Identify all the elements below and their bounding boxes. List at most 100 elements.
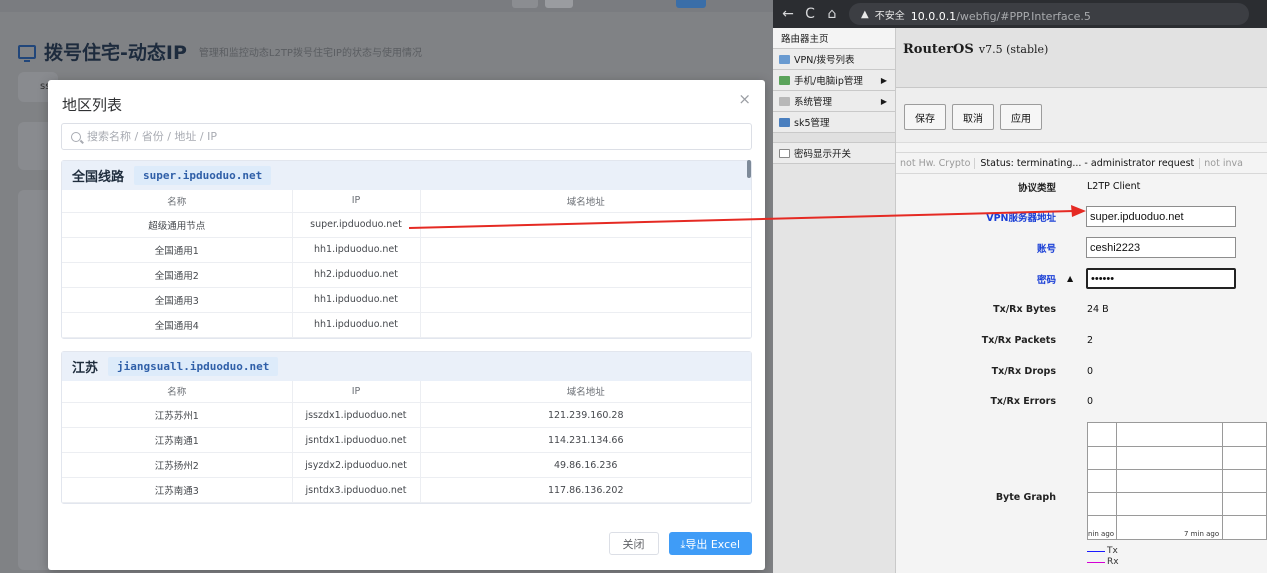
save-button[interactable]: 保存 [904, 104, 946, 130]
cell-name: 全国通用4 [62, 312, 293, 338]
password-input[interactable] [1086, 268, 1236, 289]
region-card: 全国线路 super.ipduoduo.net 名称 IP 域名地址 超级通用节… [61, 160, 752, 339]
home-icon[interactable]: ⌂ [821, 6, 843, 22]
search-box[interactable] [61, 123, 752, 150]
region-domain-tag[interactable]: jiangsuall.ipduoduo.net [108, 356, 279, 376]
sidebar-item-label: 手机/电脑ip管理 [794, 76, 863, 87]
graph-tick-label: 7 min ago [1184, 530, 1220, 538]
monitor-icon [18, 44, 36, 62]
sidebar-item-vpn[interactable]: VPN/拨号列表 [773, 49, 895, 70]
sidebar-item-system[interactable]: 系统管理 ▶ [773, 91, 895, 112]
username-input[interactable] [1086, 237, 1236, 258]
prop-value: 0 [1087, 396, 1094, 407]
region-list[interactable]: 全国线路 super.ipduoduo.net 名称 IP 域名地址 超级通用节… [61, 160, 752, 515]
vpn-server-input[interactable] [1086, 206, 1236, 227]
table-row[interactable]: 江苏扬州2 jsyzdx2.ipduoduo.net 49.86.16.236 [62, 452, 751, 478]
collapse-toggle-icon[interactable]: ▲ [1067, 274, 1073, 283]
close-icon[interactable]: × [738, 90, 751, 108]
sidebar-item-label: 密码显示开关 [794, 149, 852, 160]
cell-ip[interactable]: super.ipduoduo.net [292, 212, 421, 238]
system-icon [779, 96, 790, 106]
password-icon [779, 148, 790, 158]
graph-gridline [1116, 423, 1117, 539]
network-icon [779, 75, 790, 85]
cell-ip[interactable]: hh1.ipduoduo.net [292, 287, 421, 313]
sidebar-item-label: 系统管理 [794, 97, 833, 108]
table-row[interactable]: 全国通用4 hh1.ipduoduo.net [62, 312, 751, 338]
webfig-sidebar: 路由器主页 VPN/拨号列表 手机/电脑ip管理 ▶ 系统管理 ▶ sk5管理 … [773, 28, 896, 573]
primary-button [676, 0, 706, 8]
url-path: /webfig/#PPP.Interface.5 [956, 9, 1091, 23]
table-row[interactable]: 江苏苏州1 jsszdx1.ipduoduo.net 121.239.160.2… [62, 402, 751, 428]
legend-label: Rx [1107, 557, 1119, 567]
column-header-name: 名称 [62, 190, 293, 213]
cell-domain [420, 312, 751, 338]
close-button[interactable]: 关闭 [608, 532, 659, 555]
prop-protocol-type: 协议类型 L2TP Client [896, 171, 1267, 202]
table-row[interactable]: 全国通用3 hh1.ipduoduo.net [62, 287, 751, 313]
cell-domain [420, 262, 751, 288]
cell-name: 全国通用2 [62, 262, 293, 288]
column-header-domain: 域名地址 [420, 190, 751, 213]
table-row[interactable]: 江苏南通1 jsntdx1.ipduoduo.net 114.231.134.6… [62, 427, 751, 453]
region-domain-tag[interactable]: super.ipduoduo.net [134, 166, 272, 185]
cell-ip[interactable]: jsszdx1.ipduoduo.net [292, 402, 421, 428]
table-header-row: 名称 IP 域名地址 [62, 190, 751, 213]
table-row[interactable]: 超级通用节点 super.ipduoduo.net [62, 212, 751, 238]
export-excel-button[interactable]: ⤓导出 Excel [668, 532, 752, 555]
routeros-brand: RouterOS [903, 42, 974, 57]
cell-domain[interactable]: 117.86.136.202 [420, 477, 751, 503]
cell-ip[interactable]: jsntdx1.ipduoduo.net [292, 427, 421, 453]
dashboard-panel: 拨号住宅-动态IP 管理和监控动态L2TP拨号住宅IP的状态与使用情况 ss 地… [0, 0, 773, 573]
search-input[interactable] [87, 130, 727, 143]
prop-label: Tx/Rx Packets [981, 335, 1056, 346]
sk5-icon [779, 117, 790, 127]
prop-password: 密码 ▲ [896, 263, 1267, 294]
sidebar-item-ip-manage[interactable]: 手机/电脑ip管理 ▶ [773, 70, 895, 91]
prop-vpn-server: VPN服务器地址 [896, 201, 1267, 232]
submenu-arrow-icon: ▶ [880, 75, 887, 85]
page-subtitle: 管理和监控动态L2TP拨号住宅IP的状态与使用情况 [198, 48, 422, 59]
cell-ip[interactable]: hh1.ipduoduo.net [292, 237, 421, 263]
legend-rx-swatch [1087, 561, 1105, 563]
cell-ip[interactable]: jsntdx3.ipduoduo.net [292, 477, 421, 503]
back-icon[interactable]: ← [777, 6, 799, 22]
table-row[interactable]: 全国通用2 hh2.ipduoduo.net [62, 262, 751, 288]
sidebar-item-sk5[interactable]: sk5管理 [773, 112, 895, 133]
apply-button[interactable]: 应用 [1000, 104, 1042, 130]
byte-graph-label: Byte Graph [995, 492, 1056, 503]
graph-gridline [1088, 446, 1266, 447]
table-header-row: 名称 IP 域名地址 [62, 380, 751, 403]
cell-domain[interactable]: 121.239.160.28 [420, 402, 751, 428]
cell-domain[interactable]: 49.86.16.236 [420, 452, 751, 478]
graph-gridline [1088, 492, 1266, 493]
refresh-icon[interactable]: C [799, 6, 821, 22]
invalid-status: not inva [1204, 157, 1243, 169]
scrollbar-thumb[interactable] [747, 160, 751, 178]
sidebar-item-home[interactable]: 路由器主页 [773, 28, 895, 49]
sidebar-item-label: 路由器主页 [781, 34, 829, 45]
table-row[interactable]: 全国通用1 hh1.ipduoduo.net [62, 237, 751, 263]
address-bar[interactable]: ▲ 不安全 10.0.0.1/webfig/#PPP.Interface.5 [849, 3, 1249, 25]
region-header: 江苏 jiangsuall.ipduoduo.net [62, 351, 751, 381]
prop-value: L2TP Client [1087, 181, 1141, 192]
sidebar-item-password-toggle[interactable]: 密码显示开关 [773, 143, 895, 164]
dialog-footer: 关闭 ⤓导出 Excel [608, 532, 752, 555]
cell-ip[interactable]: hh2.ipduoduo.net [292, 262, 421, 288]
cancel-button[interactable]: 取消 [952, 104, 994, 130]
connection-status: Status: terminating... - administrator r… [975, 157, 1201, 169]
prop-value: 2 [1087, 335, 1094, 346]
prop-label: Tx/Rx Bytes [993, 304, 1056, 315]
hw-crypto-status: not Hw. Crypto [896, 157, 976, 169]
cell-ip[interactable]: hh1.ipduoduo.net [292, 312, 421, 338]
cell-domain[interactable]: 114.231.134.66 [420, 427, 751, 453]
cell-ip[interactable]: jsyzdx2.ipduoduo.net [292, 452, 421, 478]
graph-gridline [1088, 469, 1266, 470]
table-row[interactable]: 江苏南通3 jsntdx3.ipduoduo.net 117.86.136.20… [62, 477, 751, 503]
prop-value: 0 [1087, 366, 1094, 377]
editor-toolbar: 保存 取消 应用 [896, 88, 1267, 143]
region-card: 江苏 jiangsuall.ipduoduo.net 名称 IP 域名地址 江苏… [61, 350, 752, 504]
cell-name: 江苏苏州1 [62, 402, 293, 428]
column-header-ip: IP [292, 380, 421, 403]
page-title: 拨号住宅-动态IP [44, 42, 187, 64]
